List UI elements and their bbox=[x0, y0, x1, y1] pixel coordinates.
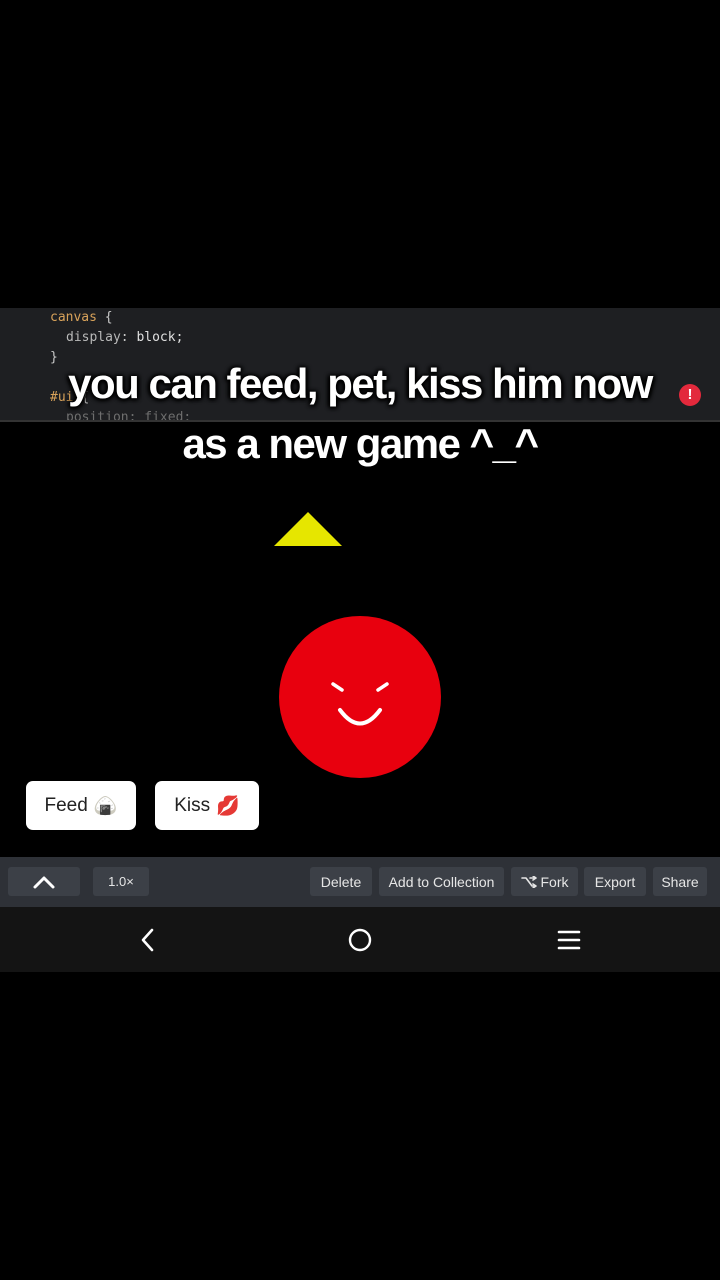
kiss-button-label: Kiss bbox=[174, 794, 211, 816]
code-line: position: fixed; bbox=[66, 408, 191, 420]
fork-icon bbox=[520, 875, 537, 888]
code-brace: { bbox=[104, 310, 113, 325]
export-button[interactable]: Export bbox=[584, 867, 646, 896]
rice-ball-icon: 🍙 bbox=[93, 795, 118, 817]
caption-line-1: you can feed, pet, kiss him now bbox=[68, 360, 653, 407]
alert-icon: ! bbox=[679, 384, 701, 406]
code-value: fixed; bbox=[144, 410, 192, 420]
code-line: display: block; bbox=[66, 330, 184, 345]
add-to-collection-button[interactable]: Add to Collection bbox=[379, 867, 504, 896]
code-line: canvas { bbox=[50, 308, 113, 328]
code-property: display bbox=[66, 330, 121, 345]
feed-button-label: Feed bbox=[44, 794, 88, 816]
fork-button[interactable]: Fork bbox=[511, 867, 578, 896]
code-property: position bbox=[66, 410, 129, 420]
food-triangle bbox=[274, 512, 342, 546]
code-value: block; bbox=[136, 330, 184, 345]
screen: canvas { display: block; } #ui { positio… bbox=[0, 0, 720, 1280]
kiss-button[interactable]: Kiss 💋 bbox=[155, 781, 259, 830]
system-navigation-bar bbox=[0, 907, 720, 972]
pet-body bbox=[279, 616, 441, 778]
share-button[interactable]: Share bbox=[653, 867, 707, 896]
speed-button[interactable]: 1.0× bbox=[93, 867, 149, 896]
caption-line-2: as a new game ^_^ bbox=[182, 420, 539, 467]
bottom-toolbar: 1.0× Delete Add to Collection Fork Expor… bbox=[0, 857, 720, 907]
home-icon[interactable] bbox=[345, 925, 375, 955]
code-selector: canvas bbox=[50, 310, 97, 325]
pet-character[interactable] bbox=[278, 615, 442, 779]
feed-button[interactable]: Feed 🍙 bbox=[26, 781, 136, 830]
triangle-shape bbox=[274, 512, 342, 546]
chevron-up-icon bbox=[33, 876, 55, 888]
fork-button-label: Fork bbox=[540, 873, 569, 890]
delete-button[interactable]: Delete bbox=[310, 867, 372, 896]
back-icon[interactable] bbox=[133, 925, 163, 955]
menu-icon[interactable] bbox=[554, 925, 584, 955]
lips-icon: 💋 bbox=[216, 795, 240, 817]
collapse-button[interactable] bbox=[8, 867, 80, 896]
